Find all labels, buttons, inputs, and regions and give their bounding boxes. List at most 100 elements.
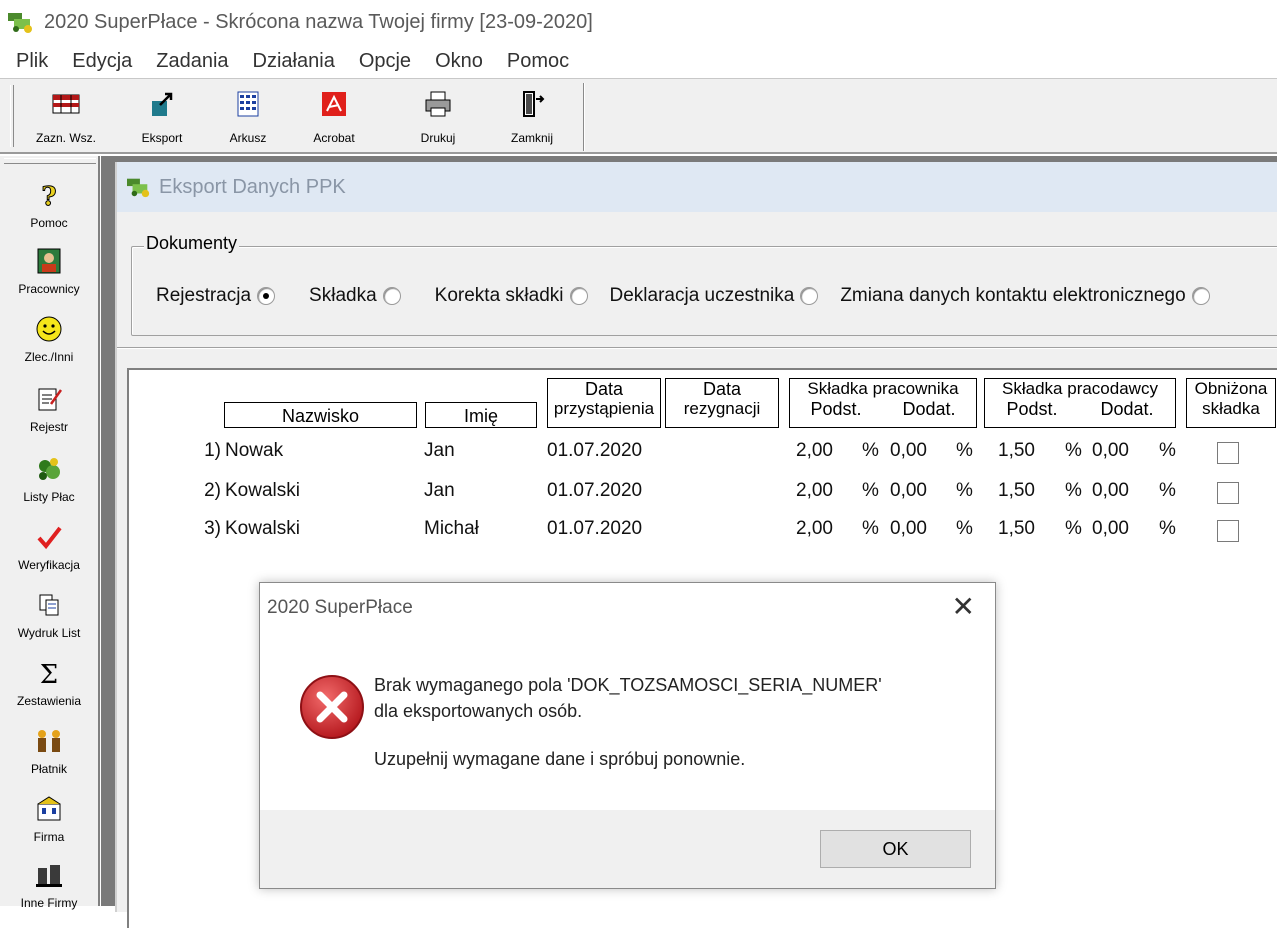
header-label: Składka pracodawcy <box>1002 379 1158 398</box>
cell-prac-dodat: 0,00 <box>890 480 927 501</box>
sidebar-label: Pracownicy <box>18 282 80 296</box>
close-button[interactable]: Zamknij <box>490 85 574 149</box>
dialog-title: 2020 SuperPłace <box>267 597 413 618</box>
header-label: składka <box>1202 399 1260 418</box>
select-all-label: Zazn. Wsz. <box>35 131 96 145</box>
cell-pracod-podst: 1,50 <box>998 440 1035 461</box>
people-icon <box>38 730 60 752</box>
exit-door-icon <box>523 91 545 117</box>
obnizona-checkbox[interactable] <box>1217 482 1239 504</box>
sidebar-item-pracownicy[interactable]: Pracownicy <box>0 246 98 312</box>
sidebar-item-inne-firmy[interactable]: Inne Firmy <box>0 860 98 926</box>
radio-button[interactable] <box>1191 287 1210 305</box>
sidebar-item-weryfikacja[interactable]: Weryfikacja <box>0 522 98 588</box>
menu-okno[interactable]: Okno <box>435 50 483 73</box>
cell-pracod-podst: 1,50 <box>998 518 1035 539</box>
menu-edycja[interactable]: Edycja <box>72 50 132 73</box>
radio-skladka[interactable]: Składka <box>309 285 401 307</box>
header-obnizona-skladka: Obniżona składka <box>1186 378 1276 428</box>
radio-button[interactable] <box>382 287 401 305</box>
percent-sign: % <box>1159 518 1176 539</box>
cell-prac-podst: 2,00 <box>796 480 833 501</box>
header-sublabel: Podst. <box>810 399 862 419</box>
select-all-button[interactable]: Zazn. Wsz. <box>24 85 108 149</box>
header-skladka-pracownika: Składka pracownika Podst. Dodat. <box>789 378 977 428</box>
radio-zmiana-danych-kontaktu[interactable]: Zmiana danych kontaktu elektronicznego <box>840 285 1210 307</box>
menu-dzialania[interactable]: Działania <box>253 50 335 73</box>
radio-rejestracja[interactable]: Rejestracja <box>156 285 276 307</box>
header-label: przystąpienia <box>553 399 655 418</box>
sidebar-label: Zestawienia <box>16 694 82 708</box>
header-nazwisko: Nazwisko <box>224 402 417 428</box>
menu-plik[interactable]: Plik <box>16 50 48 73</box>
sidebar-label: Płatnik <box>30 762 68 776</box>
sidebar-item-wydruk-list[interactable]: Wydruk List <box>0 590 98 656</box>
sidebar-item-zlec-inni[interactable]: Zlec./Inni <box>0 314 98 380</box>
svg-text:?: ? <box>41 182 56 210</box>
cell-data: 01.07.2020 <box>547 518 643 539</box>
child-title-bar[interactable]: Eksport Danych PPK <box>117 162 1277 212</box>
dialog-footer: OK <box>260 810 995 888</box>
radio-button[interactable] <box>569 287 588 305</box>
ok-button[interactable]: OK <box>820 830 971 868</box>
sidebar-label: Zlec./Inni <box>24 350 74 364</box>
export-button[interactable]: Eksport <box>120 85 204 149</box>
print-button[interactable]: Drukuj <box>396 85 480 149</box>
cell-pracod-podst: 1,50 <box>998 480 1035 501</box>
header-label: Data <box>584 379 624 399</box>
spreadsheet-button[interactable]: Arkusz <box>206 85 290 149</box>
radio-label: Składka <box>309 285 377 306</box>
menu-zadania[interactable]: Zadania <box>156 50 228 73</box>
cell-num: 2) <box>204 480 221 501</box>
header-sublabel: Podst. <box>1006 399 1058 419</box>
register-icon <box>38 388 63 411</box>
radio-button[interactable] <box>800 287 819 305</box>
sidebar-item-firma[interactable]: Firma <box>0 794 98 860</box>
sidebar-label: Inne Firmy <box>20 896 78 910</box>
cell-imie: Jan <box>424 480 455 501</box>
checkmark-icon <box>37 526 62 550</box>
header-data-rezygnacji: Data rezygnacji <box>665 378 779 428</box>
cell-pracod-dodat: 0,00 <box>1092 480 1129 501</box>
acrobat-button[interactable]: Acrobat <box>292 85 376 149</box>
menu-bar: Plik Edycja Zadania Działania Opcje Okno… <box>0 44 1277 78</box>
header-label: Imię <box>463 406 498 426</box>
sidebar-item-rejestr[interactable]: Rejestr <box>0 384 98 450</box>
cell-prac-dodat: 0,00 <box>890 518 927 539</box>
buildings-icon <box>36 865 62 887</box>
sidebar-item-listy-plac[interactable]: Listy Płac <box>0 454 98 520</box>
menu-opcje[interactable]: Opcje <box>359 50 411 73</box>
select-all-icon <box>52 94 80 114</box>
sidebar-item-zestawienia[interactable]: Σ Zestawienia <box>0 658 98 724</box>
spreadsheet-icon <box>237 91 259 117</box>
print-label: Drukuj <box>420 131 456 145</box>
percent-sign: % <box>956 518 973 539</box>
header-label: Data <box>702 379 742 399</box>
cell-nazwisko: Kowalski <box>225 518 300 539</box>
cell-prac-podst: 2,00 <box>796 518 833 539</box>
percent-sign: % <box>956 440 973 461</box>
cell-imie: Michał <box>424 518 479 539</box>
menu-pomoc[interactable]: Pomoc <box>507 50 569 73</box>
radio-korekta-skladki[interactable]: Korekta składki <box>435 285 588 307</box>
radio-deklaracja-uczestnika[interactable]: Deklaracja uczestnika <box>610 285 819 307</box>
radio-button[interactable] <box>257 287 276 305</box>
toolbar-separator <box>583 83 585 151</box>
obnizona-checkbox[interactable] <box>1217 442 1239 464</box>
header-skladka-pracodawcy: Składka pracodawcy Podst. Dodat. <box>984 378 1176 428</box>
cell-data: 01.07.2020 <box>547 440 643 461</box>
cell-nazwisko: Kowalski <box>225 480 300 501</box>
percent-sign: % <box>862 440 879 461</box>
error-message-line1: Brak wymaganego pola 'DOK_TOZSAMOSCI_SER… <box>374 675 882 695</box>
toolbar-grip[interactable] <box>10 85 14 147</box>
sidebar-item-platnik[interactable]: Płatnik <box>0 726 98 792</box>
sidebar-label: Pomoc <box>30 216 68 230</box>
printer-icon <box>425 91 451 117</box>
obnizona-checkbox[interactable] <box>1217 520 1239 542</box>
close-icon[interactable]: ✕ <box>952 593 975 621</box>
help-icon: ? <box>41 182 57 211</box>
cell-pracod-dodat: 0,00 <box>1092 440 1129 461</box>
export-icon <box>152 92 173 116</box>
sidebar-item-pomoc[interactable]: ? Pomoc <box>0 180 98 246</box>
percent-sign: % <box>1065 480 1082 501</box>
